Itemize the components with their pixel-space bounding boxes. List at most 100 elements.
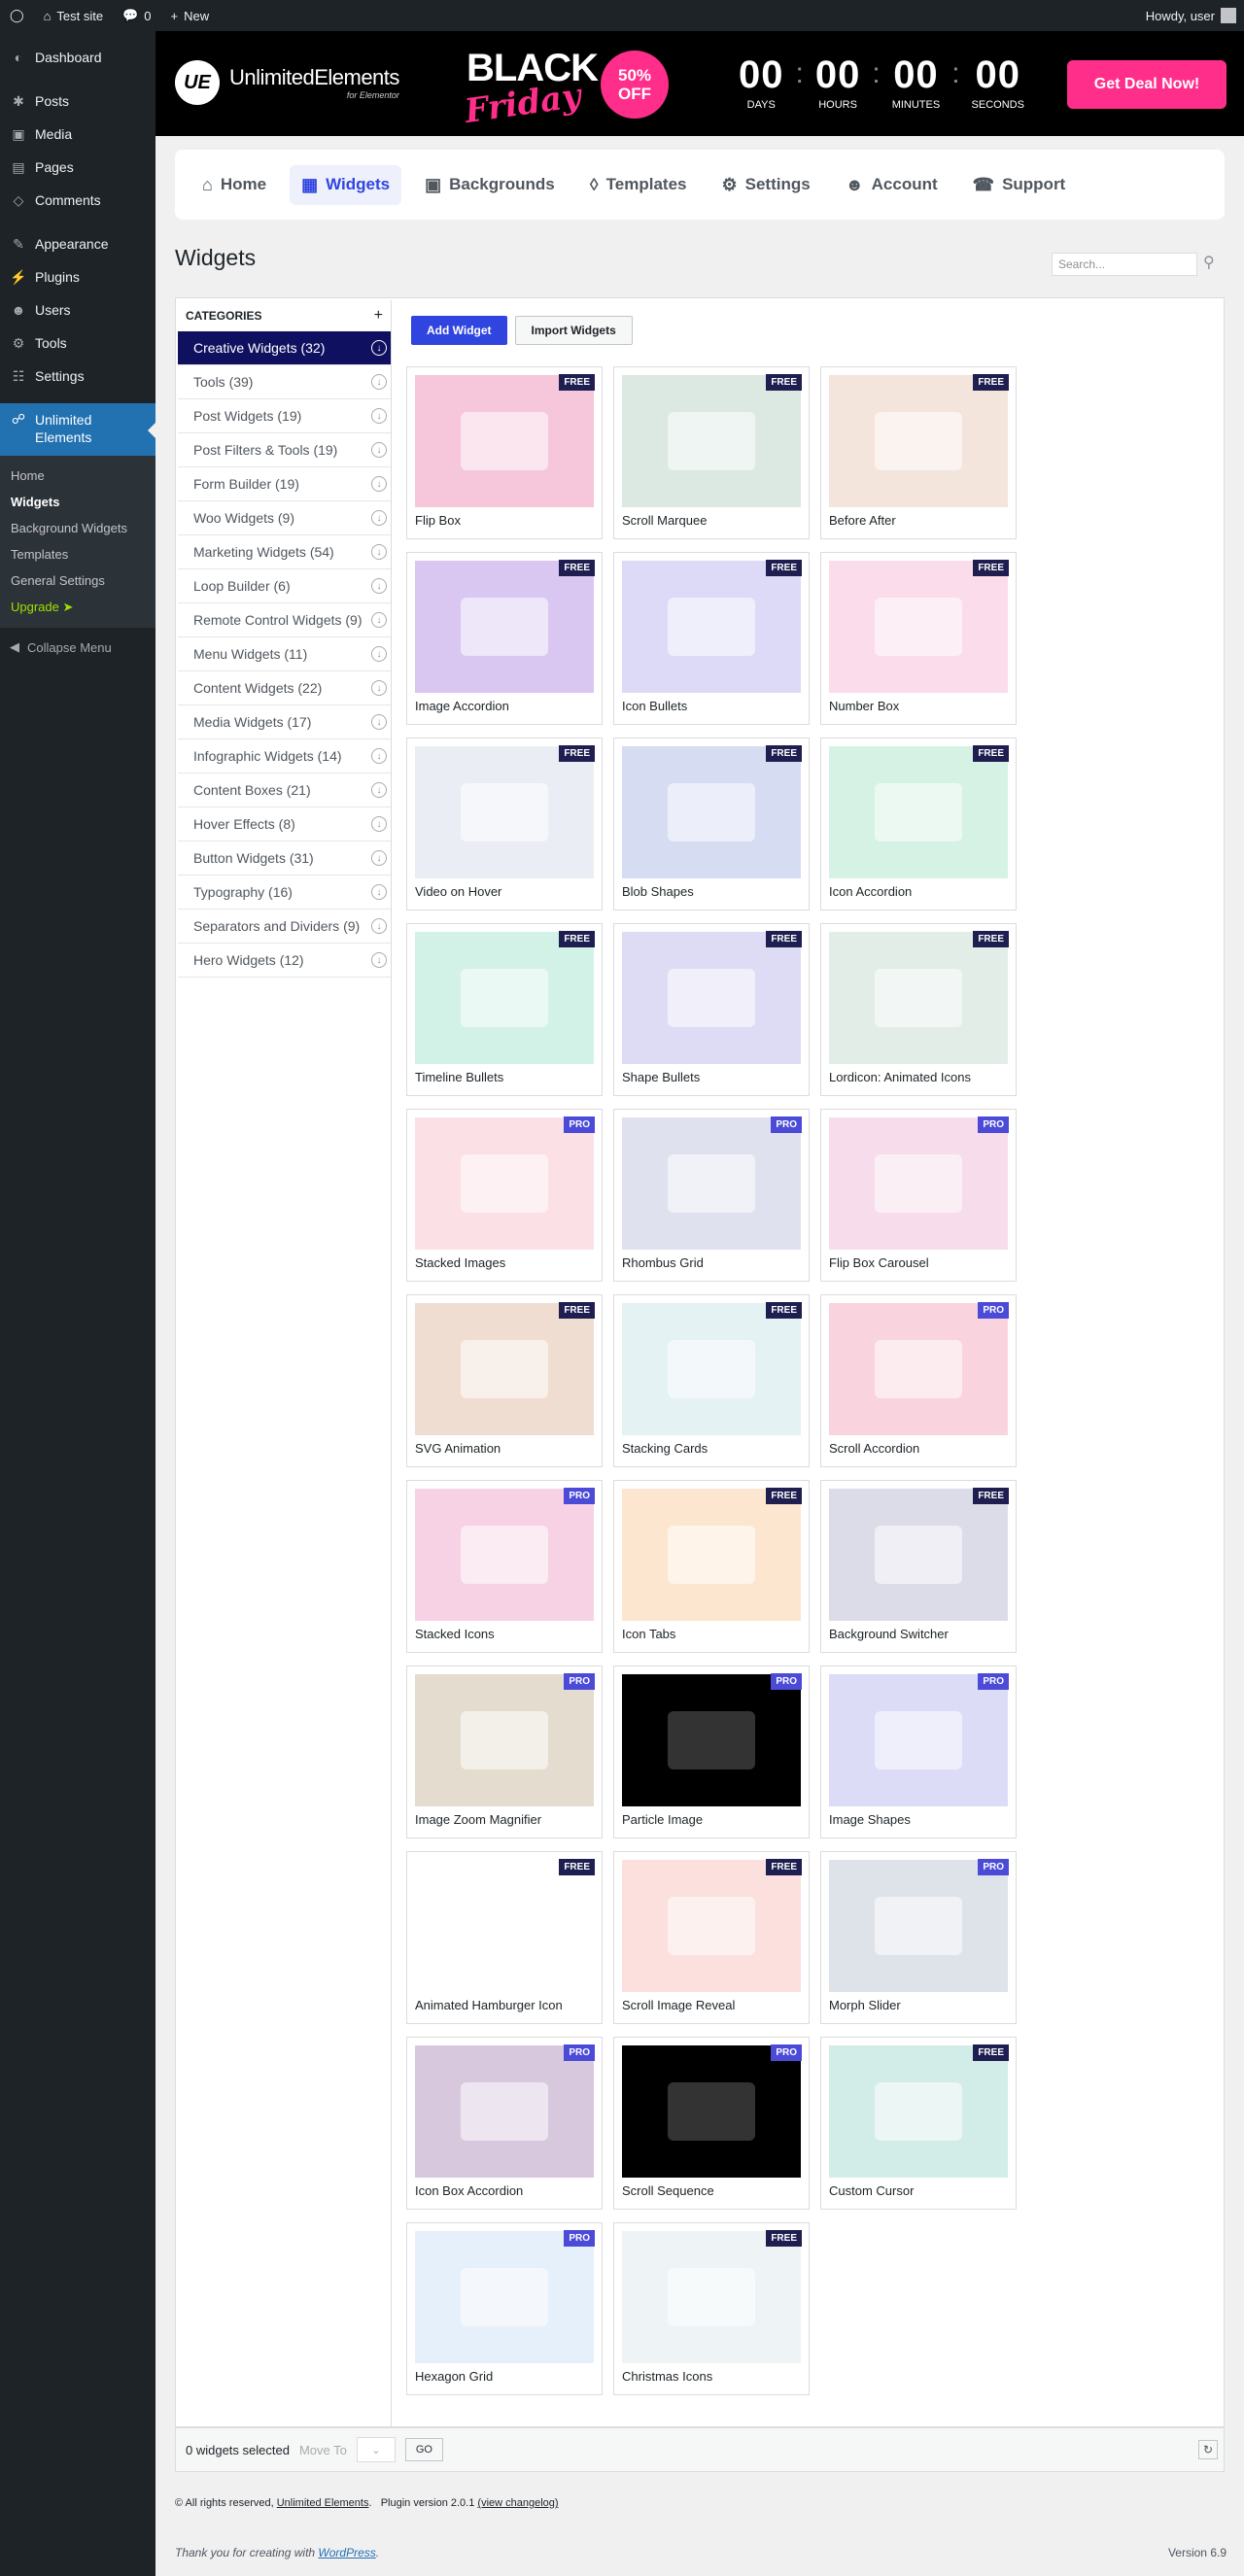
widget-card[interactable]: FREE Icon Bullets [613, 552, 810, 725]
sidebar-item-comments[interactable]: ◇ Comments [0, 184, 156, 217]
category-item[interactable]: Hero Widgets (12) ↓ [178, 944, 391, 978]
sidebar-item-tools[interactable]: ⚙ Tools [0, 326, 156, 360]
refresh-icon[interactable]: ↻ [1198, 2440, 1218, 2459]
category-item[interactable]: Typography (16) ↓ [178, 876, 391, 910]
category-item[interactable]: Post Filters & Tools (19) ↓ [178, 433, 391, 467]
tab-backgrounds[interactable]: ▣ Backgrounds [413, 165, 567, 205]
sidebar-item-appearance[interactable]: ✎ Appearance [0, 227, 156, 260]
category-item[interactable]: Media Widgets (17) ↓ [178, 705, 391, 739]
widget-card[interactable]: FREE SVG Animation [406, 1294, 603, 1467]
category-item[interactable]: Form Builder (19) ↓ [178, 467, 391, 501]
widget-card[interactable]: FREE Blob Shapes [613, 738, 810, 910]
category-item[interactable]: Content Boxes (21) ↓ [178, 773, 391, 807]
download-icon[interactable]: ↓ [371, 510, 387, 526]
widget-card[interactable]: PRO Scroll Accordion [820, 1294, 1017, 1467]
category-item[interactable]: Marketing Widgets (54) ↓ [178, 535, 391, 569]
unlimited-elements-link[interactable]: Unlimited Elements [277, 2497, 369, 2509]
go-button[interactable]: GO [404, 2438, 443, 2461]
submenu-item-general-settings[interactable]: General Settings [0, 567, 156, 594]
download-icon[interactable]: ↓ [371, 544, 387, 560]
widget-card[interactable]: FREE Number Box [820, 552, 1017, 725]
sidebar-item-unlimited-elements[interactable]: ☍ Unlimited Elements [0, 403, 156, 456]
download-icon[interactable]: ↓ [371, 646, 387, 662]
category-item[interactable]: Loop Builder (6) ↓ [178, 569, 391, 603]
widget-card[interactable]: FREE Lordicon: Animated Icons [820, 923, 1017, 1096]
tab-settings[interactable]: ⚙ Settings [709, 165, 821, 205]
sidebar-item-media[interactable]: ▣ Media [0, 118, 156, 151]
widget-card[interactable]: PRO Image Zoom Magnifier [406, 1666, 603, 1838]
submenu-item-home[interactable]: Home [0, 463, 156, 489]
widget-card[interactable]: FREE Background Switcher [820, 1480, 1017, 1653]
widget-card[interactable]: FREE Flip Box [406, 366, 603, 539]
changelog-link[interactable]: (view changelog) [477, 2497, 558, 2509]
download-icon[interactable]: ↓ [371, 714, 387, 730]
widget-card[interactable]: PRO Scroll Sequence [613, 2037, 810, 2210]
widget-card[interactable]: PRO Hexagon Grid [406, 2222, 603, 2395]
category-item[interactable]: Tools (39) ↓ [178, 365, 391, 399]
download-icon[interactable]: ↓ [371, 952, 387, 968]
submenu-item-templates[interactable]: Templates [0, 541, 156, 567]
account-link[interactable]: Howdy, user [1146, 8, 1244, 23]
widget-card[interactable]: PRO Icon Box Accordion [406, 2037, 603, 2210]
download-icon[interactable]: ↓ [371, 816, 387, 832]
download-icon[interactable]: ↓ [371, 918, 387, 934]
download-icon[interactable]: ↓ [371, 476, 387, 492]
widget-card[interactable]: FREE Christmas Icons [613, 2222, 810, 2395]
category-item[interactable]: Separators and Dividers (9) ↓ [178, 910, 391, 944]
widget-card[interactable]: PRO Flip Box Carousel [820, 1109, 1017, 1282]
widget-card[interactable]: FREE Shape Bullets [613, 923, 810, 1096]
download-icon[interactable]: ↓ [371, 578, 387, 594]
sidebar-item-plugins[interactable]: ⚡ Plugins [0, 260, 156, 293]
download-icon[interactable]: ↓ [371, 884, 387, 900]
widget-card[interactable]: FREE Scroll Marquee [613, 366, 810, 539]
widget-card[interactable]: PRO Stacked Images [406, 1109, 603, 1282]
download-icon[interactable]: ↓ [371, 408, 387, 424]
widget-card[interactable]: FREE Custom Cursor [820, 2037, 1017, 2210]
category-item[interactable]: Woo Widgets (9) ↓ [178, 501, 391, 535]
category-item[interactable]: Button Widgets (31) ↓ [178, 841, 391, 876]
import-widgets-button[interactable]: Import Widgets [514, 316, 633, 345]
widget-card[interactable]: PRO Image Shapes [820, 1666, 1017, 1838]
category-item[interactable]: Creative Widgets (32) ↓ [178, 331, 391, 365]
download-icon[interactable]: ↓ [371, 374, 387, 390]
download-icon[interactable]: ↓ [371, 748, 387, 764]
wordpress-link[interactable]: WordPress [318, 2546, 375, 2559]
widget-card[interactable]: FREE Stacking Cards [613, 1294, 810, 1467]
download-icon[interactable]: ↓ [371, 612, 387, 628]
add-widget-button[interactable]: Add Widget [411, 316, 507, 345]
download-icon[interactable]: ↓ [371, 782, 387, 798]
add-category-icon[interactable]: + [374, 307, 383, 325]
collapse-menu-button[interactable]: ◀ Collapse Menu [0, 628, 156, 667]
tab-account[interactable]: ☻ Account [834, 165, 950, 205]
search-input[interactable]: Search... [1052, 253, 1197, 276]
category-item[interactable]: Remote Control Widgets (9) ↓ [178, 603, 391, 637]
category-item[interactable]: Menu Widgets (11) ↓ [178, 637, 391, 671]
widget-card[interactable]: PRO Morph Slider [820, 1851, 1017, 2024]
site-name-link[interactable]: ⌂ Test site [34, 0, 114, 31]
tab-widgets[interactable]: ▦ Widgets [290, 164, 402, 205]
widget-card[interactable]: FREE Before After [820, 366, 1017, 539]
sidebar-item-dashboard[interactable]: ◐ Dashboard [0, 41, 156, 74]
comments-link[interactable]: 💬 0 [113, 0, 160, 31]
submenu-item-upgrade-[interactable]: Upgrade ➤ [0, 594, 156, 621]
category-item[interactable]: Infographic Widgets (14) ↓ [178, 739, 391, 773]
widget-card[interactable]: FREE Icon Accordion [820, 738, 1017, 910]
widget-card[interactable]: FREE Animated Hamburger Icon [406, 1851, 603, 2024]
move-to-select[interactable]: ⌄ [356, 2437, 396, 2462]
sidebar-item-users[interactable]: ☻ Users [0, 293, 156, 326]
tab-templates[interactable]: ◊ Templates [578, 165, 699, 205]
widget-card[interactable]: PRO Rhombus Grid [613, 1109, 810, 1282]
submenu-item-widgets[interactable]: Widgets [0, 489, 156, 515]
get-deal-button[interactable]: Get Deal Now! [1067, 60, 1227, 109]
sidebar-item-pages[interactable]: ▤ Pages [0, 151, 156, 184]
new-content-link[interactable]: + New [161, 0, 220, 31]
submenu-item-background-widgets[interactable]: Background Widgets [0, 515, 156, 541]
download-icon[interactable]: ↓ [371, 680, 387, 696]
search-icon[interactable]: ⚲ [1203, 253, 1215, 272]
sidebar-item-posts[interactable]: ✱ Posts [0, 85, 156, 118]
category-item[interactable]: Content Widgets (22) ↓ [178, 671, 391, 705]
widget-card[interactable]: FREE Timeline Bullets [406, 923, 603, 1096]
widget-card[interactable]: PRO Particle Image [613, 1666, 810, 1838]
widget-card[interactable]: FREE Video on Hover [406, 738, 603, 910]
download-icon[interactable]: ↓ [371, 850, 387, 866]
